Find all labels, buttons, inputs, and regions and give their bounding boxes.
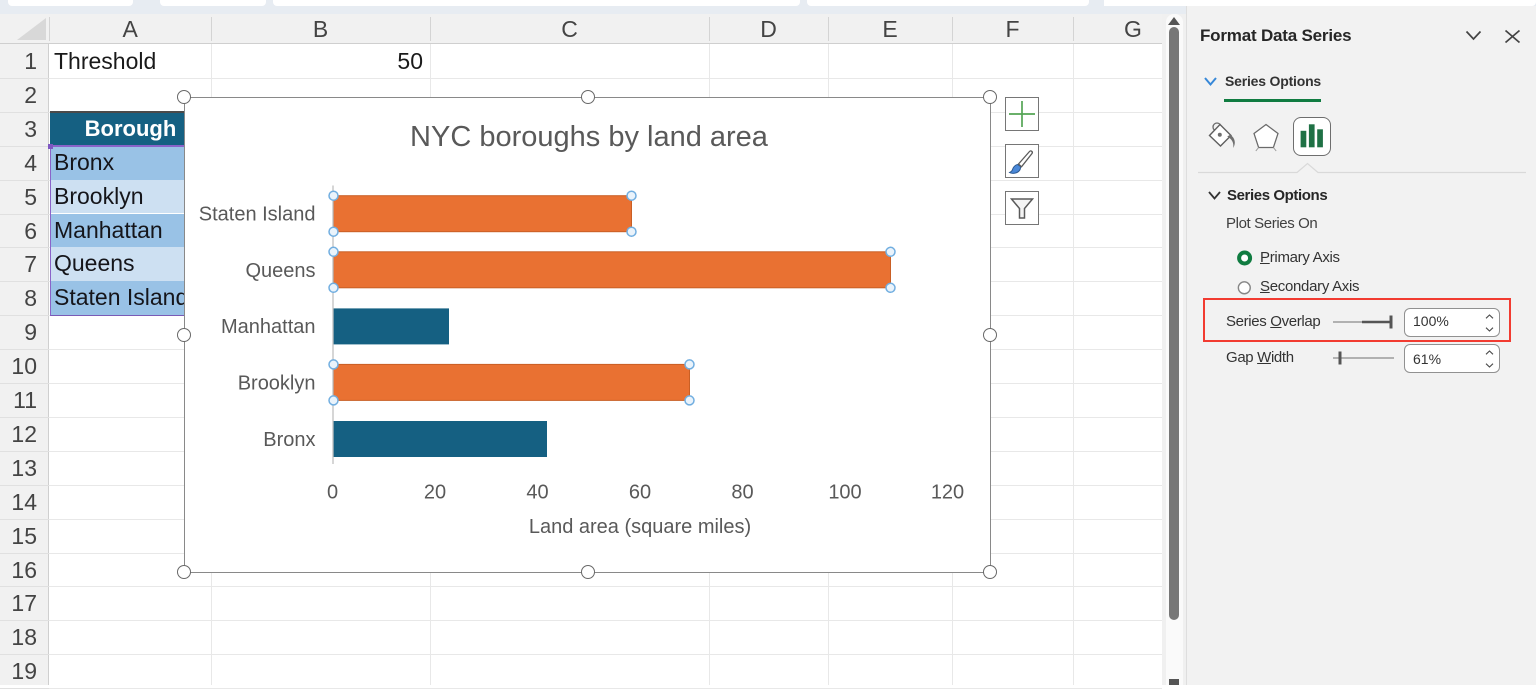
svg-text:Land area (square miles): Land area (square miles) — [529, 516, 751, 538]
svg-text:Staten Island: Staten Island — [199, 204, 316, 226]
svg-text:100: 100 — [828, 482, 861, 504]
svg-text:0: 0 — [327, 482, 338, 504]
svg-text:NYC boroughs by land area: NYC boroughs by land area — [410, 121, 769, 153]
svg-text:80: 80 — [731, 482, 753, 504]
svg-text:Queens: Queens — [245, 260, 315, 282]
svg-text:Brooklyn: Brooklyn — [238, 373, 316, 395]
svg-text:120: 120 — [931, 482, 964, 504]
svg-text:20: 20 — [424, 482, 446, 504]
svg-text:Bronx: Bronx — [263, 429, 315, 451]
svg-text:60: 60 — [629, 482, 651, 504]
svg-text:Manhattan: Manhattan — [221, 316, 316, 338]
svg-text:40: 40 — [526, 482, 548, 504]
